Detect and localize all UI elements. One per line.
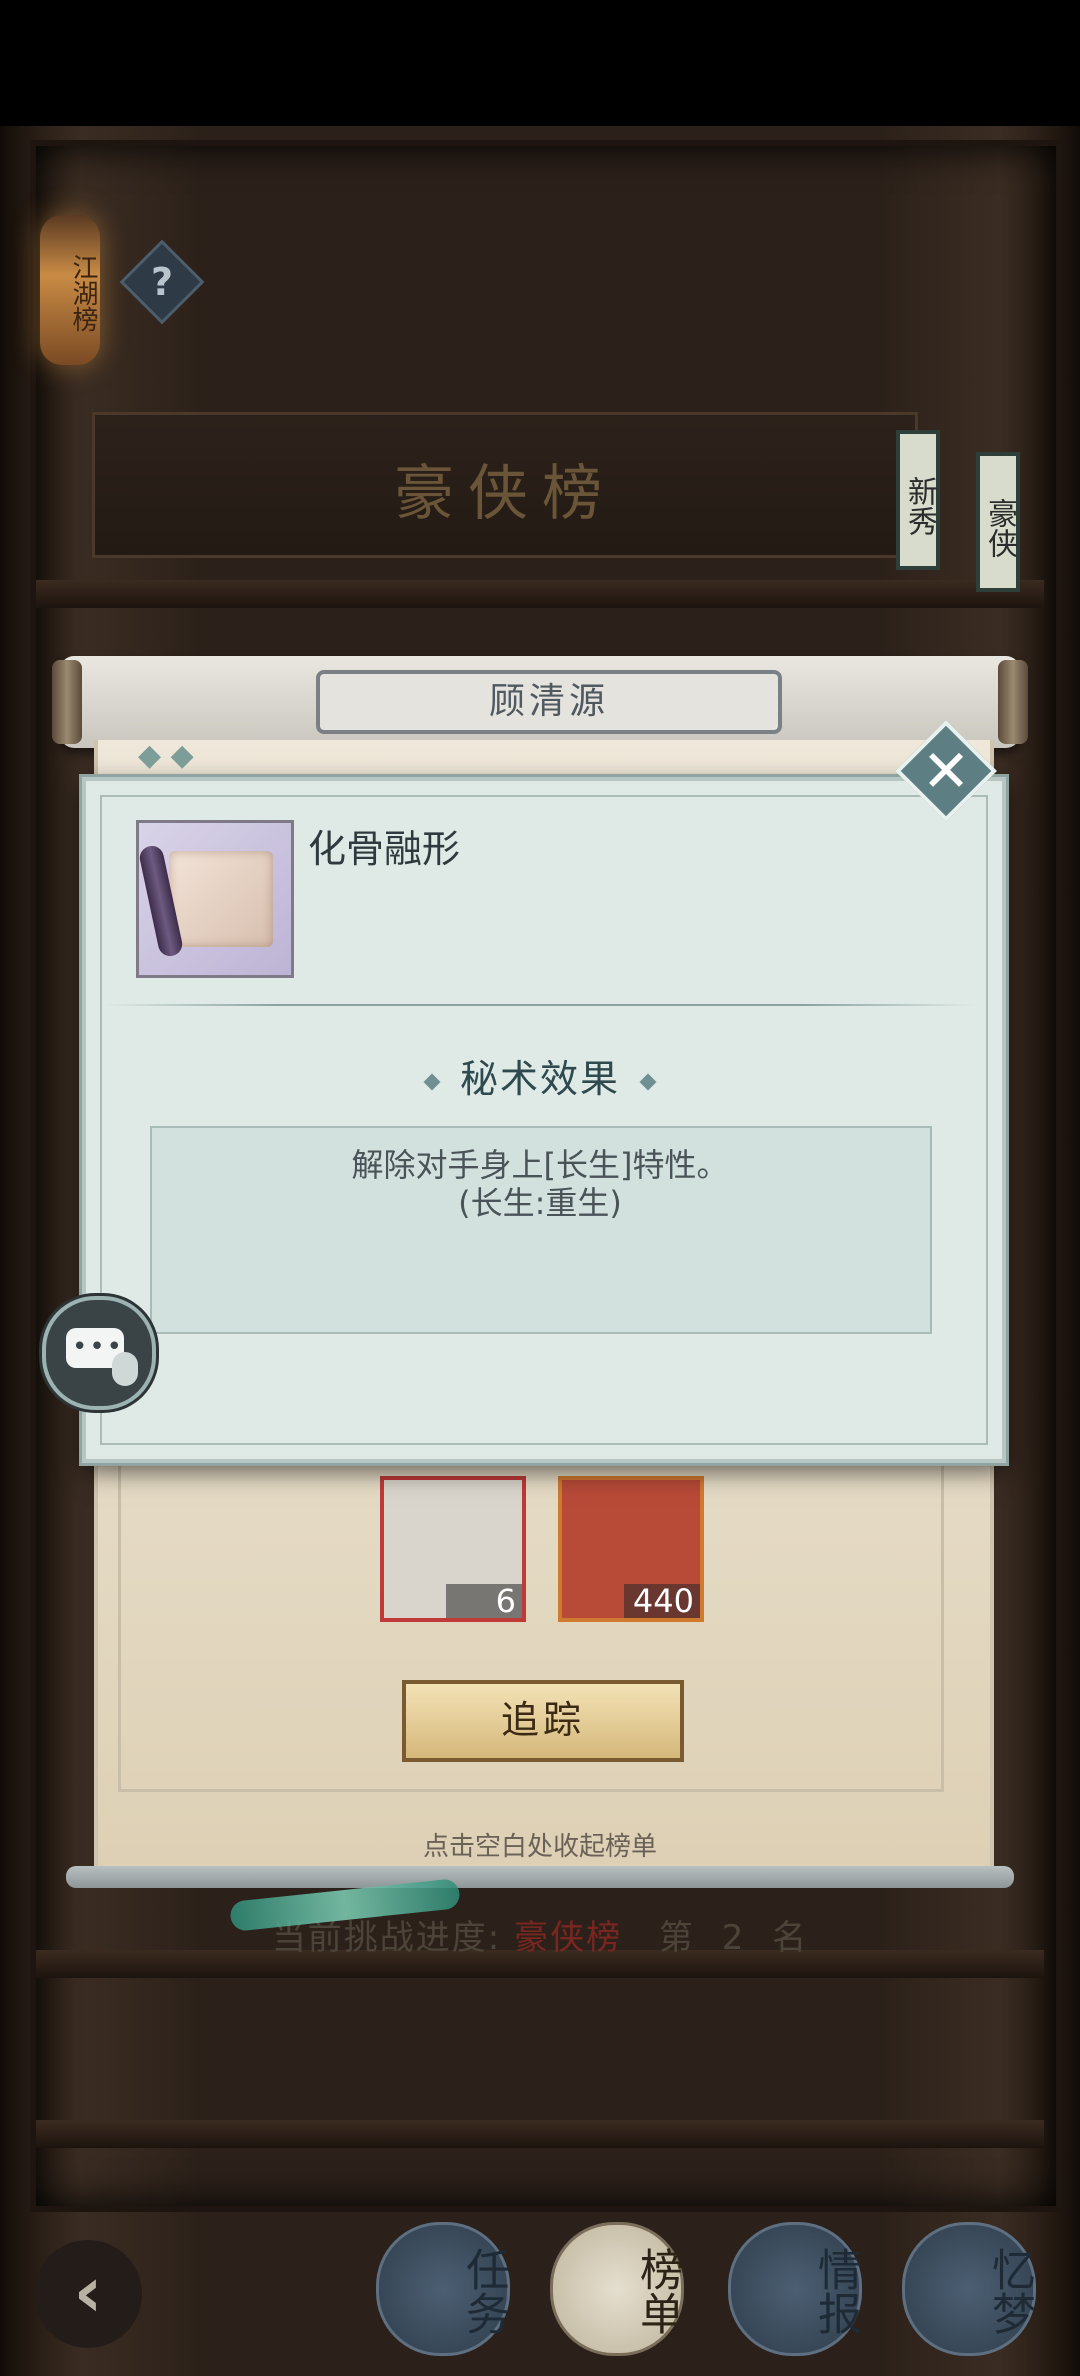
- effect-note: (长生:重生): [458, 1184, 622, 1222]
- lantern-label: 江湖榜: [68, 254, 98, 332]
- game-screen: 江湖榜 ? 豪侠榜 新秀 豪侠 顾清源 6 440 追踪 点击空白处收起榜单 当…: [0, 0, 1080, 2376]
- progress-rank-suffix: 名: [772, 1918, 809, 1958]
- status-bar: [0, 0, 1080, 126]
- tab-xinxiu[interactable]: 新秀: [896, 430, 940, 570]
- ranking-title: 豪侠榜: [394, 459, 616, 529]
- chat-button[interactable]: •••: [42, 1296, 156, 1410]
- question-icon: ?: [150, 260, 174, 304]
- section-title-effect: 秘术效果: [0, 1048, 1080, 1103]
- track-button[interactable]: 追踪: [402, 1680, 684, 1762]
- progress-rank: 2: [721, 1918, 746, 1958]
- bird-decoration: ◆ ◆: [138, 738, 194, 773]
- ranking-header: 豪侠榜: [92, 412, 918, 558]
- secret-art-scroll-icon: [136, 820, 294, 978]
- section-title-text: 秘术效果: [459, 1057, 620, 1101]
- nav-intel[interactable]: 情报: [728, 2222, 862, 2356]
- reward-count: 6: [446, 1584, 522, 1618]
- back-button[interactable]: ‹: [34, 2240, 142, 2348]
- gourd-icon: [112, 1352, 138, 1386]
- reward-item-paper[interactable]: 6: [380, 1476, 526, 1622]
- nav-memories[interactable]: 忆梦: [902, 2222, 1036, 2356]
- nav-tasks[interactable]: 任务: [376, 2222, 510, 2356]
- nav-label: 任务: [458, 2247, 509, 2335]
- reward-item-reputation[interactable]: 440: [558, 1476, 704, 1622]
- diamond-icon: [639, 1073, 657, 1090]
- progress-list-name: 豪侠榜: [514, 1918, 623, 1958]
- nav-rankings[interactable]: 榜单: [550, 2222, 684, 2356]
- shelf: [36, 2120, 1044, 2148]
- tab-haoxia[interactable]: 豪侠: [976, 452, 1020, 592]
- divider: [104, 1004, 976, 1006]
- challenge-progress: 当前挑战进度: 豪侠榜 第 2 名: [0, 1910, 1080, 1959]
- close-icon: ✕: [921, 737, 971, 805]
- lantern-icon[interactable]: 江湖榜: [40, 215, 100, 365]
- back-arrow-icon: ‹: [73, 2251, 103, 2333]
- collapse-hint: 点击空白处收起榜单: [422, 1832, 657, 1862]
- scroll-roller-bottom: [66, 1866, 1014, 1888]
- nav-label: 情报: [810, 2247, 861, 2335]
- shelf: [36, 580, 1044, 608]
- scroll-sheet: [169, 851, 273, 947]
- diamond-icon: [423, 1073, 441, 1090]
- character-name-plate: 顾清源: [316, 670, 782, 734]
- skill-name: 化骨融形: [308, 827, 461, 871]
- reward-count: 440: [624, 1584, 700, 1618]
- nav-label: 忆梦: [984, 2247, 1035, 2335]
- progress-rank-prefix: 第: [658, 1918, 695, 1958]
- nav-label: 榜单: [632, 2247, 683, 2335]
